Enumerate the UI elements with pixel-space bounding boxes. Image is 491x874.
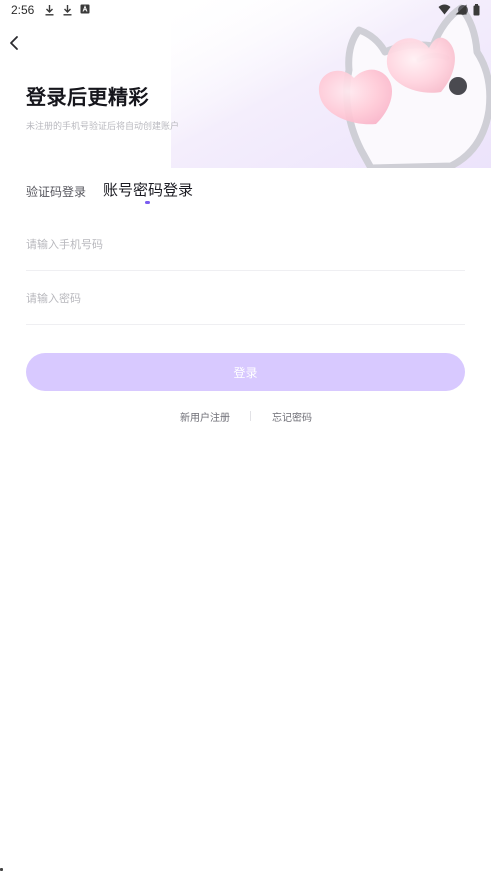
- login-button[interactable]: 登录: [26, 353, 465, 391]
- tab-sms-login[interactable]: 验证码登录: [26, 183, 86, 200]
- hero-decoration: [171, 0, 491, 168]
- login-button-label: 登录: [233, 365, 258, 380]
- download-icon: [45, 5, 54, 16]
- password-field: [26, 272, 465, 325]
- page-title: 登录后更精彩: [26, 85, 149, 109]
- password-input[interactable]: [26, 272, 465, 324]
- tab-password-login[interactable]: 账号密码登录: [103, 179, 193, 200]
- download-icon: [63, 5, 72, 16]
- phone-input[interactable]: [26, 218, 465, 270]
- battery-icon: [473, 4, 480, 16]
- back-button[interactable]: [4, 32, 24, 54]
- accessibility-icon: [80, 4, 90, 14]
- page-subtitle: 未注册的手机号验证后将自动创建账户: [26, 122, 180, 132]
- forgot-password-link[interactable]: 忘记密码: [272, 409, 312, 424]
- status-time: 2:56: [11, 3, 35, 17]
- phone-field: [26, 218, 465, 271]
- signal-icon: [455, 4, 467, 15]
- corner-mark: [0, 868, 3, 871]
- wifi-icon: [438, 4, 451, 15]
- chevron-left-icon: [10, 36, 18, 50]
- link-divider: [250, 411, 251, 421]
- active-tab-indicator: [145, 201, 150, 204]
- register-link[interactable]: 新用户注册: [180, 409, 230, 424]
- status-bar: 2:56: [0, 0, 491, 22]
